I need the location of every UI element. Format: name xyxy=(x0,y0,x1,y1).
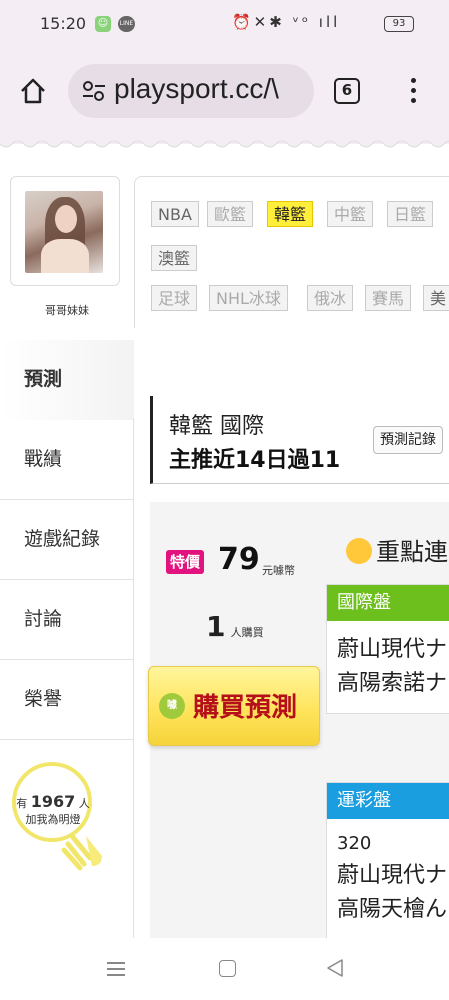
buyer-number: 1 xyxy=(206,610,226,643)
avatar-card[interactable] xyxy=(10,176,120,286)
buy-prediction-label: 購買預測 xyxy=(193,693,298,723)
filter-tag[interactable]: 日籃 xyxy=(387,201,434,227)
key-picks-title: 重點連 xyxy=(346,532,448,567)
status-bar: 15:20 ☺ LINE ⏰✕✱ ᵛᵒ ıll 93 xyxy=(0,0,449,48)
filter-tag[interactable]: NBA xyxy=(151,201,199,227)
filter-tag[interactable]: 歐籃 xyxy=(207,201,254,227)
back-icon[interactable] xyxy=(326,958,344,978)
key-picks-label: 重點連 xyxy=(376,538,448,566)
line-notification-icon: LINE xyxy=(118,16,135,32)
nav-divider xyxy=(133,418,134,938)
market-header: 國際盤 xyxy=(327,585,449,621)
browser-menu-icon[interactable] xyxy=(408,78,418,106)
tab-switcher-button[interactable]: 6 xyxy=(334,78,360,104)
site-settings-icon[interactable] xyxy=(82,80,106,102)
market-sports-lottery: 運彩盤 320 蔚山現代ナ 高陽天檜ん xyxy=(326,782,449,938)
lamp-caption: 加我為明燈 xyxy=(25,813,81,826)
battery-icon: 93 xyxy=(384,16,414,32)
filter-tag[interactable]: 足球 xyxy=(151,285,198,311)
system-nav-bar xyxy=(0,938,449,1000)
prediction-title: 韓籃 國際 xyxy=(169,414,264,439)
status-icons: ⏰✕✱ ᵛᵒ ıll xyxy=(232,13,341,31)
filter-tag-active[interactable]: 韓籃 xyxy=(267,201,314,227)
follow-lamp-widget[interactable]: 有 1967 人 加我為明燈 xyxy=(10,740,120,880)
filter-tag[interactable]: 賽馬 xyxy=(365,285,412,311)
filter-tag[interactable]: 澳籃 xyxy=(151,245,198,271)
filter-tag[interactable]: NHL冰球 xyxy=(209,285,288,311)
market-number: 320 xyxy=(337,833,372,854)
profile-name: 哥哥妹妹 xyxy=(45,304,89,317)
star-eyes-emoji-icon xyxy=(346,538,372,564)
web-content: 哥哥妹妹 NBA 歐籃 韓籃 中籃 日籃 澳籃 足球 NHL冰球 俄冰 賽馬 美… xyxy=(0,134,449,938)
lamp-suffix: 人 xyxy=(78,797,90,810)
prediction-subtitle: 主推近14日過11 xyxy=(169,448,341,473)
app-notification-icon: ☺ xyxy=(95,16,111,32)
filter-tag[interactable]: 美 xyxy=(423,285,449,311)
price-unit: 元噱幣 xyxy=(262,564,295,577)
filter-tag[interactable]: 俄冰 xyxy=(307,285,354,311)
avatar[interactable] xyxy=(25,191,103,273)
nav-item-honor[interactable]: 榮譽 xyxy=(0,660,134,740)
buy-prediction-button[interactable]: 噱 購買預測 xyxy=(148,666,320,746)
nav-item-record[interactable]: 戰績 xyxy=(0,420,134,500)
price-value: 79 xyxy=(218,542,260,577)
prediction-card: 特價 79 元噱幣 1 人購買 噱 購買預測 重點連 國際盤 蔚山現代ナ 高陽索… xyxy=(148,502,449,938)
url-text: playsport.cc/\ xyxy=(114,73,279,104)
league-filter-panel: NBA 歐籃 韓籃 中籃 日籃 澳籃 足球 NHL冰球 俄冰 賽馬 美 xyxy=(134,176,449,328)
nav-item-game-log[interactable]: 遊戲紀錄 xyxy=(0,500,134,580)
prediction-header: 韓籃 國際 主推近14日過11 預測記錄 xyxy=(150,396,449,484)
nav-item-discussion[interactable]: 討論 xyxy=(0,580,134,660)
lamp-text: 有 1967 人 加我為明燈 xyxy=(10,792,96,827)
buyer-count: 1 人購買 xyxy=(206,610,264,643)
recent-apps-icon[interactable] xyxy=(107,962,125,976)
special-price-badge: 特價 xyxy=(166,550,204,574)
market-header: 運彩盤 xyxy=(327,783,449,819)
home-icon[interactable] xyxy=(18,76,48,106)
market-team: 蔚山現代ナ xyxy=(337,637,448,662)
market-team: 蔚山現代ナ xyxy=(337,863,448,888)
buyer-unit: 人購買 xyxy=(230,626,264,639)
lamp-count: 1967 xyxy=(30,792,76,811)
browser-toolbar: playsport.cc/\ 6 xyxy=(0,48,449,134)
market-international: 國際盤 蔚山現代ナ 高陽索諾ナ xyxy=(326,584,449,714)
nav-item-prediction[interactable]: 預測 xyxy=(0,340,134,420)
filter-tag[interactable]: 中籃 xyxy=(327,201,374,227)
market-team: 高陽天檜ん xyxy=(337,897,448,922)
home-square-icon[interactable] xyxy=(219,960,236,977)
status-time: 15:20 xyxy=(40,14,87,33)
prediction-record-button[interactable]: 預測記錄 xyxy=(373,426,443,454)
coin-icon: 噱 xyxy=(159,693,185,719)
decorative-border xyxy=(0,134,449,148)
lamp-prefix: 有 xyxy=(16,797,28,810)
address-bar[interactable]: playsport.cc/\ xyxy=(68,64,314,118)
market-team: 高陽索諾ナ xyxy=(337,671,448,696)
phone-screen: 15:20 ☺ LINE ⏰✕✱ ᵛᵒ ıll 93 playsport.cc/… xyxy=(0,0,449,1000)
